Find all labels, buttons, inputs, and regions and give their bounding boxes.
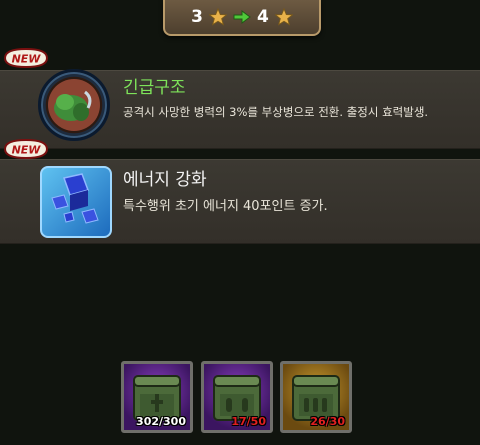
material-slot-3[interactable]: 26/30 <box>280 361 352 433</box>
skill-name: 에너지 강화 <box>123 170 207 190</box>
new-badge: NEW <box>3 47 49 69</box>
skill-description: 공격시 사망한 병력의 3%를 부상병으로 전환. 출정시 효력발생. <box>123 105 429 119</box>
next-star-level: 4 <box>257 7 269 27</box>
skill-row-energy-boost[interactable]: 에너지 강화 특수행위 초기 에너지 40포인트 증가. <box>0 159 480 244</box>
skill-row-emergency-rescue[interactable]: 긴급구조 공격시 사망한 병력의 3%를 부상병으로 전환. 출정시 효력발생. <box>0 69 480 149</box>
material-count: 302/300 <box>136 415 186 428</box>
emergency-rescue-skill-icon <box>38 69 110 141</box>
material-slot-2[interactable]: 17/50 <box>201 361 273 433</box>
material-count: 26/30 <box>310 415 345 428</box>
energy-cubes-skill-icon <box>40 166 112 238</box>
material-count: 17/50 <box>231 415 266 428</box>
new-badge-text: NEW <box>12 144 42 157</box>
skill-name: 긴급구조 <box>123 78 186 98</box>
skill-description: 특수행위 초기 에너지 40포인트 증가. <box>123 199 328 214</box>
arrow-right-icon <box>233 10 251 24</box>
material-slot-1[interactable]: 302/300 <box>121 361 193 433</box>
star-icon <box>274 8 293 26</box>
star-icon <box>209 8 227 26</box>
current-star-level: 3 <box>191 7 203 27</box>
new-badge: NEW <box>3 138 49 160</box>
star-upgrade-plate: 3 4 <box>163 0 321 36</box>
new-badge-text: NEW <box>12 53 42 66</box>
